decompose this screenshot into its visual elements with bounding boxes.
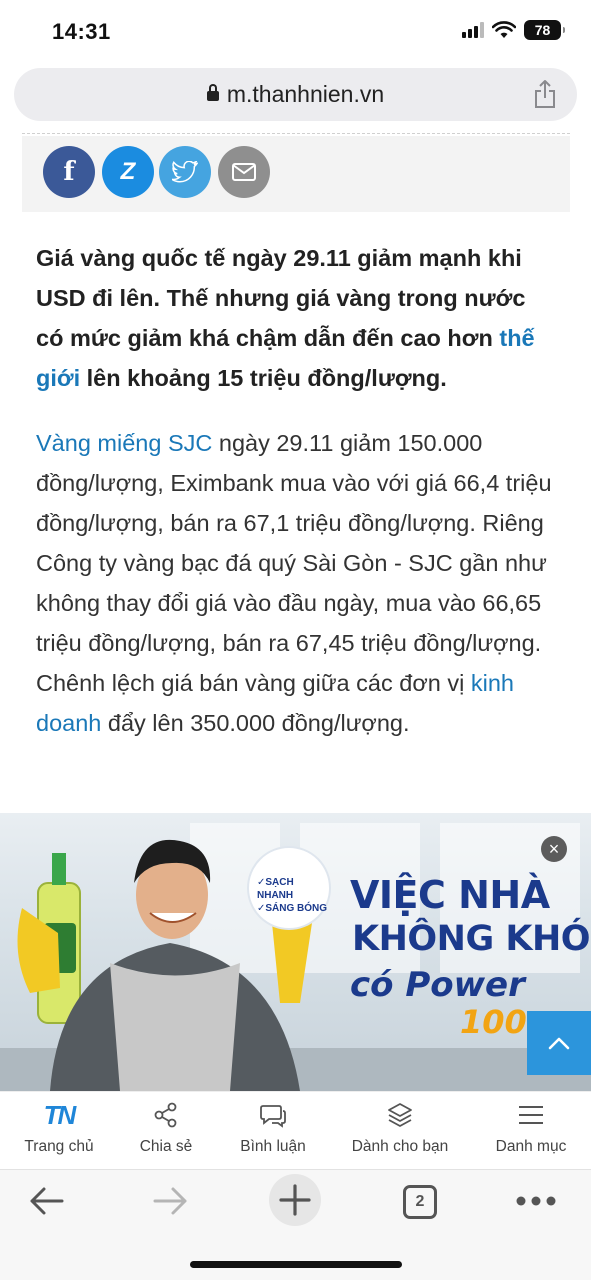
menu-icon (519, 1106, 543, 1124)
tabs-button[interactable]: 2 (403, 1185, 437, 1219)
nav-label: Trang chủ (24, 1138, 94, 1155)
scroll-to-top-button[interactable] (527, 1011, 591, 1075)
link-vang-mieng-sjc[interactable]: Vàng miếng SJC (36, 430, 212, 456)
advertisement-banner[interactable]: ✓SẠCH NHANH ✓SÁNG BÓNG VIỆC NHÀ KHÔNG KH… (0, 813, 591, 1091)
facebook-share-button[interactable]: f (43, 146, 95, 198)
ad-brand-number: 100 (460, 1003, 527, 1041)
twitter-share-button[interactable] (159, 146, 211, 198)
nav-item-home[interactable]: TN Trang chủ (14, 1092, 104, 1170)
twitter-icon (172, 161, 198, 183)
status-time: 14:31 (52, 19, 111, 44)
zalo-icon: Z (120, 158, 136, 185)
layers-icon (388, 1103, 412, 1127)
nav-label: Bình luận (240, 1138, 306, 1155)
nav-label: Dành cho bạn (351, 1138, 449, 1155)
nav-item-share[interactable]: Chia sẻ (126, 1092, 206, 1170)
facebook-icon: f (63, 157, 75, 187)
back-arrow-icon[interactable] (28, 1186, 64, 1216)
site-bottom-nav: TN Trang chủ Chia sẻ Bình luận Dành cho … (0, 1091, 591, 1169)
tn-logo-icon: TN (43, 1099, 77, 1130)
ad-badge: ✓SẠCH NHANH ✓SÁNG BÓNG (247, 846, 331, 930)
article-lead: Giá vàng quốc tế ngày 29.11 giảm mạnh kh… (36, 238, 556, 398)
ad-badge-line-1: ✓SẠCH NHANH (257, 877, 294, 901)
share-nodes-icon (154, 1102, 177, 1128)
email-share-button[interactable] (218, 146, 270, 198)
comment-icon (260, 1105, 286, 1128)
nav-item-categories[interactable]: Danh mục (486, 1092, 576, 1170)
more-options-icon[interactable] (516, 1196, 556, 1206)
paragraph-text-1: ngày 29.11 giảm 150.000 đồng/lượng, Exim… (36, 430, 552, 696)
ad-title-line-2: KHÔNG KHÓ (352, 919, 591, 959)
home-indicator (190, 1261, 402, 1268)
cellular-signal-icon (462, 22, 484, 38)
ad-title-line-1: VIỆC NHÀ (350, 873, 550, 917)
social-share-bar: f Z (22, 136, 570, 212)
url-text: m.thanhnien.vn (226, 81, 385, 107)
wifi-icon (492, 21, 516, 38)
ad-brand-line: có Power (350, 965, 525, 1005)
nav-label: Chia sẻ (139, 1138, 193, 1155)
plus-icon (279, 1184, 311, 1216)
lock-icon (206, 84, 219, 101)
ad-brand-name: Power (405, 965, 525, 1005)
forward-arrow-icon[interactable] (153, 1186, 189, 1216)
article-paragraph: Vàng miếng SJC ngày 29.11 giảm 150.000 đ… (36, 423, 560, 743)
nav-item-comments[interactable]: Bình luận (228, 1092, 318, 1170)
url-display: m.thanhnien.vn (14, 81, 577, 108)
address-bar[interactable]: m.thanhnien.vn (14, 68, 577, 121)
lead-text: Giá vàng quốc tế ngày 29.11 giảm mạnh kh… (36, 245, 526, 351)
lead-tail: lên khoảng 15 triệu đồng/lượng. (80, 365, 447, 391)
mail-icon (232, 163, 256, 181)
battery-indicator: 78 (524, 20, 565, 40)
divider (22, 133, 570, 134)
new-tab-button[interactable] (269, 1174, 321, 1226)
ad-title-prefix: có (350, 965, 394, 1005)
chevron-up-icon (548, 1037, 570, 1050)
paragraph-text-2: đẩy lên 350.000 đồng/lượng. (101, 710, 410, 736)
zalo-share-button[interactable]: Z (102, 146, 154, 198)
nav-item-for-you[interactable]: Dành cho bạn (340, 1092, 460, 1170)
status-icons: 78 (462, 20, 565, 40)
share-icon[interactable] (533, 79, 557, 109)
nav-label: Danh mục (495, 1138, 567, 1155)
ad-badge-line-2: ✓SÁNG BÓNG (257, 903, 328, 914)
status-bar: 14:31 78 (0, 0, 591, 64)
ad-close-button[interactable]: × (541, 836, 567, 862)
